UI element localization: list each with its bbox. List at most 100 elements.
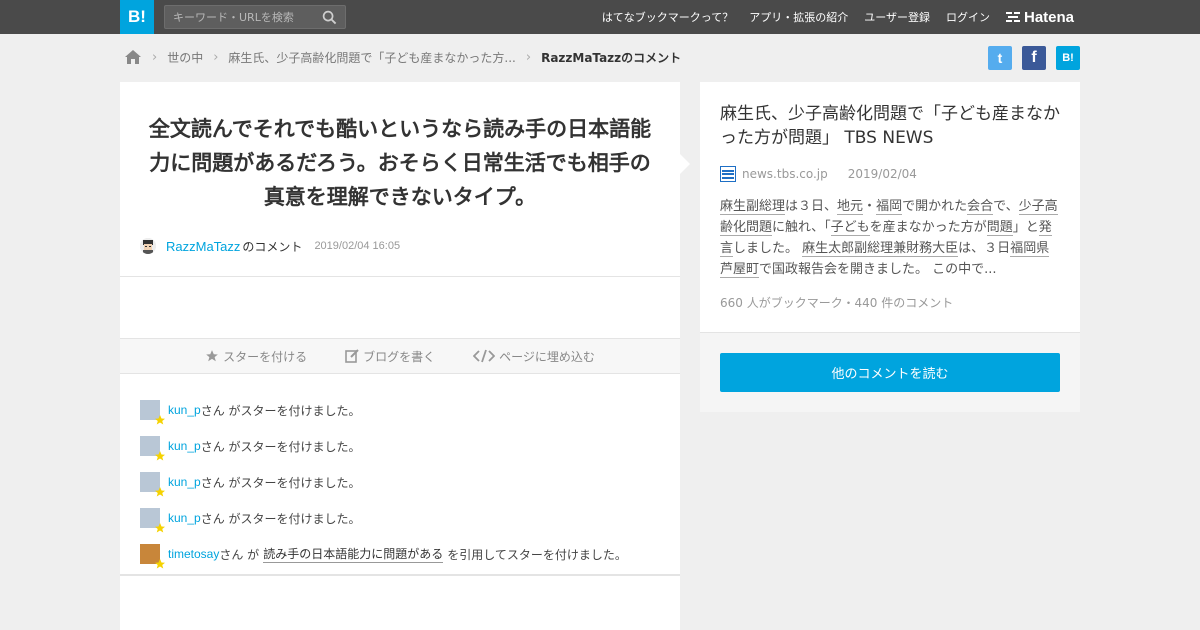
keyword-link[interactable]: 子ども <box>830 220 870 236</box>
keyword-link[interactable]: 麻生副総理 <box>720 199 786 215</box>
quoted-text-link[interactable]: 読み手の日本語能力に問題がある <box>263 545 444 563</box>
nav-about[interactable]: はてなブックマークって？ <box>602 9 733 25</box>
list-item: timetosay さん が 読み手の日本語能力に問題がある を引用してスターを… <box>140 536 670 572</box>
comment-card: 全文読んでそれでも酷いというなら読み手の日本語能力に問題があるだろう。おそらく日… <box>120 82 680 630</box>
summary-text: ・ <box>863 199 877 214</box>
list-item: kun_p さん がスターを付けました。 <box>140 464 670 500</box>
breadcrumb-entry[interactable]: 麻生氏、少子高齢化問題で「子ども産まなかった方... <box>228 49 515 66</box>
nav-apps[interactable]: アプリ・拡張の紹介 <box>749 9 848 25</box>
write-blog-button[interactable]: ブログを書く <box>345 348 435 365</box>
nav-login[interactable]: ログイン <box>946 9 990 25</box>
comment-timestamp[interactable]: 2019/02/04 16:05 <box>314 240 400 252</box>
star-text: さん がスターを付けました。 <box>200 403 361 418</box>
star-user-link[interactable]: timetosay <box>168 547 219 561</box>
nav-register[interactable]: ユーザー登録 <box>864 9 930 25</box>
entry-card: 麻生氏、少子高齢化問題で「子ども産まなかった方が問題」 TBS NEWS new… <box>700 82 1080 412</box>
star-icon <box>155 487 165 497</box>
hatena-brand-label: Hatena <box>1024 8 1075 26</box>
star-user-link[interactable]: kun_p <box>168 511 201 525</box>
star-icon <box>206 350 218 362</box>
search-icon[interactable] <box>322 10 337 25</box>
twitter-share-button[interactable]: t <box>988 46 1012 70</box>
comment-actions: スターを付ける ブログを書く ページに埋め込む <box>120 338 680 374</box>
add-star-button[interactable]: スターを付ける <box>205 348 307 365</box>
hatena-share-button[interactable]: B! <box>1056 46 1080 70</box>
edit-icon <box>345 349 359 363</box>
code-icon <box>473 349 496 363</box>
star-icon <box>155 559 165 569</box>
user-avatar-icon <box>140 238 156 254</box>
breadcrumb: › 世の中 › 麻生氏、少子高齢化問題で「子ども産まなかった方... › Raz… <box>124 46 681 68</box>
add-star-label: スターを付ける <box>223 349 308 364</box>
summary-text: で開かれた <box>902 199 968 214</box>
avatar[interactable] <box>140 400 165 425</box>
embed-button[interactable]: ページに埋め込む <box>473 348 595 365</box>
comment-body: 全文読んでそれでも酷いというなら読み手の日本語能力に問題があるだろう。おそらく日… <box>148 117 652 209</box>
hatena-bookmark-logo[interactable]: B! <box>120 0 154 34</box>
star-text: さん がスターを付けました。 <box>200 475 361 490</box>
avatar[interactable] <box>140 472 165 497</box>
star-text: さん がスターを付けました。 <box>200 439 361 454</box>
top-nav: はてなブックマークって？ アプリ・拡張の紹介 ユーザー登録 ログイン <box>602 0 990 34</box>
star-icon <box>155 415 165 425</box>
comment-user-link[interactable]: RazzMaTazz <box>166 239 240 254</box>
summary-text: 」と <box>1012 220 1039 235</box>
summary-text: は３日、 <box>785 199 838 214</box>
summary-text: しました。 <box>733 241 803 256</box>
write-blog-label: ブログを書く <box>363 349 436 364</box>
star-user-link[interactable]: kun_p <box>168 403 201 417</box>
keyword-link[interactable]: 福岡 <box>876 199 903 215</box>
star-icon <box>155 451 165 461</box>
comment-meta: RazzMaTazz のコメント 2019/02/04 16:05 <box>140 236 400 256</box>
list-item: kun_p さん がスターを付けました。 <box>140 392 670 428</box>
summary-text: で、 <box>993 199 1019 214</box>
avatar[interactable] <box>140 544 165 569</box>
entry-title-link[interactable]: 麻生氏、少子高齢化問題で「子ども産まなかった方が問題」 TBS NEWS <box>720 102 1062 150</box>
search-box[interactable] <box>164 5 346 29</box>
entry-summary: 麻生副総理は３日、地元・福岡で開かれた会合で、少子高齢化問題に触れ、「子どもを産… <box>720 196 1062 280</box>
top-bar: B! はてなブックマークって？ アプリ・拡張の紹介 ユーザー登録 ログイン Ha… <box>0 0 1200 34</box>
home-icon[interactable] <box>124 49 142 65</box>
hatena-brand[interactable]: Hatena <box>1006 8 1074 26</box>
avatar[interactable] <box>140 436 165 461</box>
list-item: kun_p さん がスターを付けました。 <box>140 428 670 464</box>
avatar[interactable] <box>140 508 165 533</box>
card-pointer <box>680 154 690 174</box>
keyword-link[interactable]: 麻生太郎副総理兼財務大臣 <box>802 241 959 257</box>
embed-label: ページに埋め込む <box>499 349 595 364</box>
facebook-share-button[interactable]: f <box>1022 46 1046 70</box>
star-text: さん がスターを付けました。 <box>200 511 361 526</box>
read-more-area: 他のコメントを読む <box>700 333 1080 412</box>
divider <box>120 276 680 277</box>
keyword-link[interactable]: 会合 <box>967 199 994 215</box>
entry-domain[interactable]: news.tbs.co.jp <box>742 167 828 181</box>
breadcrumb-category[interactable]: 世の中 <box>167 49 203 66</box>
summary-text: は、３日 <box>958 241 1011 256</box>
star-icon <box>155 523 165 533</box>
keyword-link[interactable]: 問題 <box>986 220 1013 236</box>
site-favicon-icon <box>720 166 736 182</box>
comment-user-suffix: のコメント <box>242 239 303 254</box>
chevron-right-icon: › <box>152 49 158 65</box>
star-user-link[interactable]: kun_p <box>168 475 201 489</box>
entry-date: 2019/02/04 <box>847 167 917 181</box>
hatena-icon <box>1006 12 1020 22</box>
keyword-link[interactable]: 地元 <box>837 199 864 215</box>
star-text: さん が <box>219 547 260 562</box>
chevron-right-icon: › <box>525 49 532 65</box>
chevron-right-icon: › <box>213 49 219 65</box>
star-list: kun_p さん がスターを付けました。 kun_p さん がスターを付けました… <box>140 392 670 572</box>
bookmark-count[interactable]: 660 人がブックマーク・440 件のコメント <box>720 294 953 311</box>
star-text: を引用してスターを付けました。 <box>447 547 627 562</box>
divider <box>120 574 680 576</box>
list-item: kun_p さん がスターを付けました。 <box>140 500 670 536</box>
entry-source: news.tbs.co.jp 2019/02/04 <box>720 166 917 182</box>
breadcrumb-current: RazzMaTazzのコメント <box>541 50 682 65</box>
read-comments-button[interactable]: 他のコメントを読む <box>720 353 1060 392</box>
summary-text: を産まなかった方が <box>869 220 987 235</box>
search-input[interactable] <box>165 6 315 28</box>
summary-text: で国政報告会を開きました。 この中で... <box>759 262 997 277</box>
star-user-link[interactable]: kun_p <box>168 439 201 453</box>
summary-text: に触れ、「 <box>772 220 831 235</box>
avatar[interactable] <box>140 238 156 254</box>
